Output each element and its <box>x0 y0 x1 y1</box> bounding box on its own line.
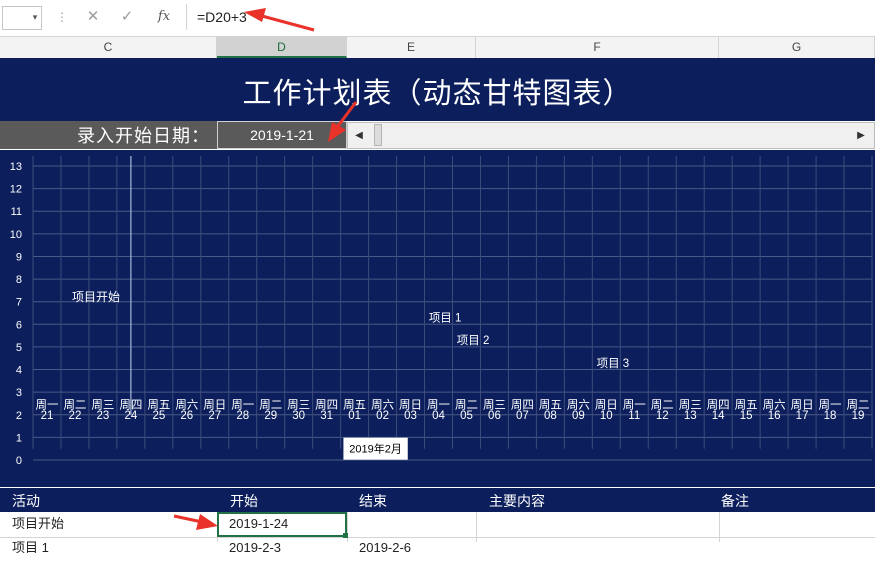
day-label: 21 <box>41 410 54 422</box>
project-label-3: 项目 3 <box>597 357 630 370</box>
fill-handle[interactable] <box>343 533 348 538</box>
day-label: 19 <box>852 410 865 422</box>
scroll-thumb[interactable] <box>374 124 382 146</box>
column-divider <box>719 512 720 542</box>
start-date-label: 录入开始日期： <box>77 126 210 146</box>
month-label: 2019年2月 <box>349 442 402 456</box>
day-label: 18 <box>824 410 837 422</box>
day-label: 09 <box>572 410 585 422</box>
day-label: 30 <box>292 410 305 422</box>
y-tick-label: 0 <box>16 455 22 467</box>
gantt-chart[interactable]: 131211109876543210项目开始周一21周二22周三23周四24周五… <box>0 150 875 487</box>
scroll-right-icon[interactable]: ▶ <box>850 123 872 148</box>
enter-icon[interactable]: ✓ <box>116 6 138 28</box>
column-header-g[interactable]: G <box>719 37 875 58</box>
project-label-1: 项目 1 <box>429 312 462 325</box>
y-tick-label: 9 <box>16 251 22 263</box>
y-tick-label: 4 <box>16 365 22 377</box>
cell-activity[interactable]: 项目 1 <box>12 537 49 561</box>
project-label-2: 项目 2 <box>457 334 490 347</box>
selected-cell[interactable] <box>217 512 347 537</box>
header-remarks[interactable]: 备注 <box>721 488 749 512</box>
day-label: 01 <box>348 410 361 422</box>
day-label: 05 <box>460 410 473 422</box>
day-label: 26 <box>180 410 193 422</box>
day-label: 23 <box>97 410 110 422</box>
day-label: 22 <box>69 410 82 422</box>
day-label: 15 <box>740 410 753 422</box>
y-tick-label: 2 <box>16 410 22 422</box>
day-label: 10 <box>600 410 613 422</box>
column-headers: C D E F G <box>0 37 875 59</box>
day-label: 02 <box>376 410 389 422</box>
column-header-c[interactable]: C <box>0 37 217 58</box>
header-start[interactable]: 开始 <box>230 488 258 512</box>
row-divider <box>0 537 875 538</box>
column-divider <box>476 512 477 542</box>
day-label: 29 <box>264 410 277 422</box>
header-content[interactable]: 主要内容 <box>489 488 545 512</box>
column-header-e[interactable]: E <box>347 37 476 58</box>
milestone-label: 项目开始 <box>72 290 120 304</box>
y-tick-label: 11 <box>11 206 22 218</box>
y-tick-label: 7 <box>16 297 22 309</box>
day-label: 31 <box>320 410 333 422</box>
y-tick-label: 13 <box>10 161 22 173</box>
annotation-arrow-icon <box>244 8 315 32</box>
sheet-title: 工作计划表（动态甘特图表） <box>242 78 633 110</box>
column-header-f[interactable]: F <box>476 37 719 58</box>
cell-start[interactable]: 2019-2-3 <box>229 537 281 561</box>
day-label: 25 <box>152 410 165 422</box>
header-end[interactable]: 结束 <box>359 488 387 512</box>
cell-activity[interactable]: 项目开始 <box>12 513 64 537</box>
y-tick-label: 8 <box>16 274 22 286</box>
day-label: 16 <box>768 410 781 422</box>
annotation-arrow-icon <box>328 101 358 142</box>
day-label: 14 <box>712 410 725 422</box>
y-tick-label: 5 <box>16 342 22 354</box>
day-label: 04 <box>432 410 445 422</box>
y-tick-label: 12 <box>10 184 22 196</box>
chevron-down-icon[interactable]: ▾ <box>28 6 42 28</box>
day-label: 07 <box>516 410 529 422</box>
day-label: 08 <box>544 410 557 422</box>
insert-function-icon[interactable]: fx <box>152 6 176 28</box>
header-activity[interactable]: 活动 <box>12 488 40 512</box>
y-tick-label: 10 <box>10 229 22 241</box>
drag-handle-icon[interactable]: ⋮ <box>56 8 68 26</box>
day-label: 12 <box>656 410 669 422</box>
day-label: 28 <box>236 410 249 422</box>
cancel-icon[interactable]: ✕ <box>82 6 104 28</box>
day-label: 17 <box>796 410 809 422</box>
y-tick-label: 3 <box>16 387 22 399</box>
day-label: 13 <box>684 410 697 422</box>
day-label: 06 <box>488 410 501 422</box>
day-label: 11 <box>628 410 640 422</box>
column-header-d[interactable]: D <box>217 37 347 58</box>
day-label: 24 <box>124 410 137 422</box>
day-label: 27 <box>208 410 221 422</box>
y-tick-label: 1 <box>16 432 22 444</box>
cell-end[interactable]: 2019-2-6 <box>359 537 411 561</box>
y-tick-label: 6 <box>16 319 22 331</box>
day-label: 03 <box>404 410 417 422</box>
date-scrollbar[interactable] <box>347 122 875 149</box>
annotation-arrow-icon <box>173 514 218 530</box>
